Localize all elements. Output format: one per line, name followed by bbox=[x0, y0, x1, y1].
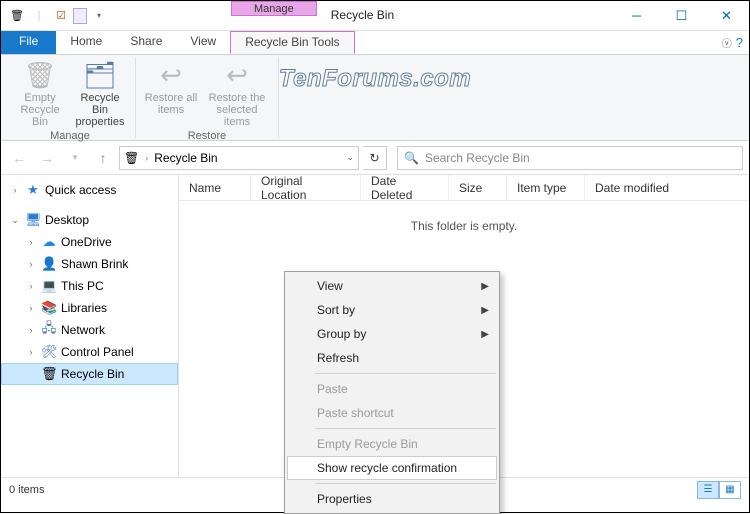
back-button[interactable]: ← bbox=[7, 146, 31, 170]
submenu-arrow-icon: ▶ bbox=[481, 305, 489, 316]
user-icon: 👤 bbox=[41, 256, 57, 272]
col-date-modified[interactable]: Date modified bbox=[585, 175, 749, 200]
navigation-bar: ← → ▾ ↑ 🗑 › Recycle Bin ⌄ ↻ 🔍 Search Rec… bbox=[1, 141, 749, 175]
address-bar[interactable]: 🗑 › Recycle Bin ⌄ bbox=[119, 146, 359, 170]
sidebar-this-pc[interactable]: ›💻This PC bbox=[1, 275, 178, 297]
sidebar-user[interactable]: ›👤Shawn Brink bbox=[1, 253, 178, 275]
thumbnails-view-button[interactable]: ▦ bbox=[719, 481, 741, 499]
recent-locations-button[interactable]: ▾ bbox=[63, 146, 87, 170]
search-box[interactable]: 🔍 Search Recycle Bin bbox=[397, 146, 743, 170]
recycle-bin-icon: 🗑 bbox=[41, 366, 57, 382]
pc-icon: 💻 bbox=[41, 278, 57, 294]
contextual-tab-block: Manage bbox=[231, 1, 317, 30]
cloud-icon: ☁ bbox=[41, 234, 57, 250]
recycle-bin-empty-icon: 🗑 bbox=[13, 58, 67, 92]
quick-access-toolbar: 🗑 | ☑ ▾ bbox=[1, 1, 111, 30]
col-size[interactable]: Size bbox=[449, 175, 507, 200]
search-placeholder: Search Recycle Bin bbox=[425, 151, 530, 165]
close-button[interactable] bbox=[704, 1, 749, 30]
status-item-count: 0 items bbox=[9, 484, 44, 496]
refresh-button[interactable]: ↻ bbox=[363, 146, 387, 170]
sidebar-control-panel[interactable]: ›🛠Control Panel bbox=[1, 341, 178, 363]
sidebar-network[interactable]: ›🖧Network bbox=[1, 319, 178, 341]
sidebar-recycle-bin[interactable]: 🗑Recycle Bin bbox=[1, 363, 178, 385]
menu-separator bbox=[315, 428, 496, 429]
breadcrumb-chevron-icon[interactable]: › bbox=[145, 153, 148, 163]
window-controls bbox=[614, 1, 749, 30]
menu-view[interactable]: View▶ bbox=[287, 274, 497, 298]
menu-refresh[interactable]: Refresh bbox=[287, 346, 497, 370]
network-icon: 🖧 bbox=[41, 319, 57, 341]
window-title: Recycle Bin bbox=[317, 1, 408, 30]
menu-sort-by[interactable]: Sort by▶ bbox=[287, 298, 497, 322]
col-date-deleted[interactable]: Date Deleted bbox=[361, 175, 449, 200]
qat-new-icon[interactable] bbox=[73, 8, 87, 24]
title-bar: 🗑 | ☑ ▾ Manage Recycle Bin bbox=[1, 1, 749, 31]
ribbon-group-manage: 🗑 Empty Recycle Bin 🗂 Recycle Bin proper… bbox=[5, 57, 136, 138]
restore-selected-button: ↩ Restore the selected items bbox=[202, 57, 272, 129]
address-recycle-icon: 🗑 bbox=[124, 151, 139, 165]
menu-group-by[interactable]: Group by▶ bbox=[287, 322, 497, 346]
empty-recycle-bin-button: 🗑 Empty Recycle Bin bbox=[11, 57, 69, 129]
star-icon: ★ bbox=[25, 182, 41, 198]
sidebar-desktop[interactable]: ⌄🖥Desktop bbox=[1, 209, 178, 231]
libraries-icon: 📚 bbox=[41, 300, 57, 316]
file-tab[interactable]: File bbox=[1, 31, 56, 54]
navigation-pane: ›★Quick access ⌄🖥Desktop ›☁OneDrive ›👤Sh… bbox=[1, 175, 179, 477]
menu-show-recycle-confirmation[interactable]: Show recycle confirmation bbox=[287, 456, 497, 480]
address-dropdown-icon[interactable]: ⌄ bbox=[346, 152, 354, 163]
menu-separator bbox=[315, 373, 496, 374]
context-menu: View▶ Sort by▶ Group by▶ Refresh Paste P… bbox=[284, 271, 500, 514]
desktop-icon: 🖥 bbox=[25, 212, 41, 228]
control-panel-icon: 🛠 bbox=[41, 344, 57, 360]
submenu-arrow-icon: ▶ bbox=[481, 329, 489, 340]
recycle-bin-icon[interactable]: 🗑 bbox=[7, 6, 27, 26]
ribbon: 🗑 Empty Recycle Bin 🗂 Recycle Bin proper… bbox=[1, 55, 749, 141]
restore-all-icon: ↩ bbox=[144, 58, 198, 92]
ribbon-collapse-icon[interactable]: ⓥ bbox=[722, 35, 732, 50]
group-label-restore: Restore bbox=[188, 129, 227, 143]
menu-paste: Paste bbox=[287, 377, 497, 401]
sidebar-quick-access[interactable]: ›★Quick access bbox=[1, 179, 178, 201]
qat-dropdown-icon[interactable]: ▾ bbox=[89, 6, 109, 26]
forward-button[interactable]: → bbox=[35, 146, 59, 170]
restore-selected-icon: ↩ bbox=[204, 58, 270, 92]
view-mode-toggles: ☰ ▦ bbox=[697, 481, 741, 499]
col-item-type[interactable]: Item type bbox=[507, 175, 585, 200]
view-tab[interactable]: View bbox=[176, 31, 230, 54]
submenu-arrow-icon: ▶ bbox=[481, 281, 489, 292]
restore-all-button: ↩ Restore all items bbox=[142, 57, 200, 117]
col-original-location[interactable]: Original Location bbox=[251, 175, 361, 200]
properties-icon: 🗂 bbox=[73, 58, 127, 92]
sidebar-onedrive[interactable]: ›☁OneDrive bbox=[1, 231, 178, 253]
column-headers: Name Original Location Date Deleted Size… bbox=[179, 175, 749, 201]
empty-folder-message: This folder is empty. bbox=[179, 201, 749, 233]
recycle-bin-tools-tab[interactable]: Recycle Bin Tools bbox=[230, 31, 355, 54]
group-label-manage: Manage bbox=[50, 129, 90, 143]
menu-empty-recycle-bin: Empty Recycle Bin bbox=[287, 432, 497, 456]
ribbon-group-restore: ↩ Restore all items ↩ Restore the select… bbox=[136, 57, 279, 138]
address-text[interactable]: Recycle Bin bbox=[154, 151, 217, 165]
share-tab[interactable]: Share bbox=[116, 31, 176, 54]
menu-paste-shortcut: Paste shortcut bbox=[287, 401, 497, 425]
up-button[interactable]: ↑ bbox=[91, 146, 115, 170]
home-tab[interactable]: Home bbox=[56, 31, 116, 54]
qat-separator: | bbox=[29, 6, 49, 26]
minimize-button[interactable] bbox=[614, 1, 659, 30]
qat-check-icon[interactable]: ☑ bbox=[51, 6, 71, 26]
help-icon[interactable]: ? bbox=[736, 35, 743, 50]
maximize-button[interactable] bbox=[659, 1, 704, 30]
contextual-tab-header: Manage bbox=[231, 1, 317, 16]
sidebar-libraries[interactable]: ›📚Libraries bbox=[1, 297, 178, 319]
menu-separator bbox=[315, 483, 496, 484]
menu-properties[interactable]: Properties bbox=[287, 487, 497, 511]
ribbon-tabs: File Home Share View Recycle Bin Tools ⓥ… bbox=[1, 31, 749, 55]
col-name[interactable]: Name bbox=[179, 175, 251, 200]
search-icon: 🔍 bbox=[404, 151, 419, 165]
details-view-button[interactable]: ☰ bbox=[697, 481, 719, 499]
recycle-bin-properties-button[interactable]: 🗂 Recycle Bin properties bbox=[71, 57, 129, 129]
